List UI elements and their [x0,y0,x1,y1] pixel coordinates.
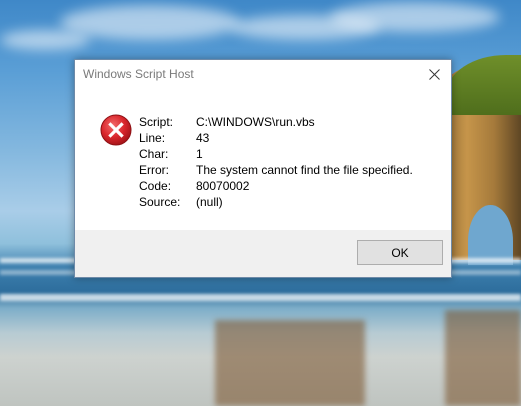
code-row: Code: 80070002 [139,178,413,194]
dialog-title: Windows Script Host [83,67,194,81]
ok-button[interactable]: OK [357,240,443,265]
error-row: Error: The system cannot find the file s… [139,162,413,178]
close-icon [428,68,440,80]
dialog-content: Script: C:\WINDOWS\run.vbs Line: 43 Char… [75,90,451,232]
close-button[interactable] [417,60,451,88]
line-label: Line: [139,131,166,145]
code-label: Code: [139,179,172,193]
char-row: Char: 1 [139,146,413,162]
line-row: Line: 43 [139,130,413,146]
error-value: The system cannot find the file specifie… [196,163,413,177]
char-label: Char: [139,147,169,161]
line-value: 43 [196,131,210,145]
error-icon [100,114,132,146]
char-value: 1 [196,147,203,161]
cliff-grass [446,55,521,115]
error-details: Script: C:\WINDOWS\run.vbs Line: 43 Char… [139,114,413,210]
source-value: (null) [196,195,223,209]
script-label: Script: [139,115,174,129]
source-label: Source: [139,195,181,209]
script-error-dialog: Windows Script Host Script: C:\WINDOWS\r… [74,59,452,278]
error-label: Error: [139,163,169,177]
source-row: Source: (null) [139,194,413,210]
script-row: Script: C:\WINDOWS\run.vbs [139,114,413,130]
script-value: C:\WINDOWS\run.vbs [196,115,315,129]
code-value: 80070002 [196,179,250,193]
dialog-footer: OK [75,230,451,277]
dialog-titlebar[interactable]: Windows Script Host [75,60,451,90]
